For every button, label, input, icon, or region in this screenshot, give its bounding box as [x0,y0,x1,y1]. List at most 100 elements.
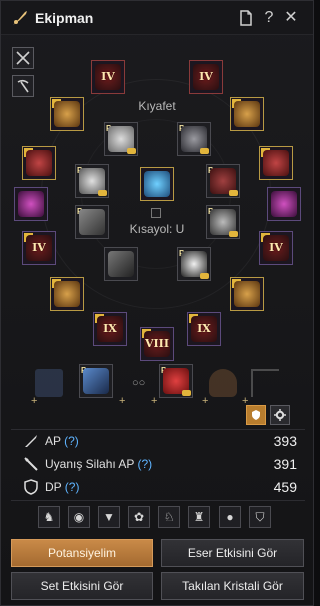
coin-icon [182,390,191,396]
stat-label-ap: AP (?) [45,434,79,448]
necklace-icon [54,281,80,307]
outfit-slot-head[interactable]: P [104,122,138,156]
shield-small-icon[interactable]: ⛉ [249,506,271,528]
enhancement-level: IV [32,241,46,254]
equipment-window: Ekipman ? ✕ IV IV ▲ ▲ Kıyafet [0,0,314,606]
help-link[interactable]: (?) [138,457,153,471]
equipment-slot-necklace[interactable]: ▲ [50,277,84,311]
plus-icon: + [31,395,38,407]
paw-icon[interactable]: ✿ [128,506,150,528]
shield-icon [24,479,38,495]
fishing-rod-icon [83,368,109,394]
artifact-effect-button[interactable]: Eser Etkisini Gör [161,539,304,567]
equipment-slot-mid-right[interactable]: ▲ IV [259,231,293,265]
outfit-slot-awakening[interactable] [104,247,138,281]
outfit-slot-subweapon[interactable]: P [206,205,240,239]
tool-view-button[interactable] [12,75,34,97]
stat-label-dp: DP (?) [45,480,80,494]
gear-icon [274,409,286,421]
coin-icon [229,190,238,196]
enhancement-level: IV [199,70,213,83]
awakening-sword-icon [24,457,38,471]
outfit-slot-arm[interactable]: P [206,164,240,198]
title-bar[interactable]: Ekipman ? ✕ [1,1,313,35]
help-icon[interactable]: ? [260,9,278,27]
book-icon[interactable] [35,369,63,397]
person-icon[interactable]: ● [219,506,241,528]
shoes-icon [234,281,260,307]
coin-icon [98,190,107,196]
coin-icon [229,231,238,237]
sword-outfit-icon [79,209,105,235]
cat-face-icon[interactable]: ▼ [98,506,120,528]
divider [11,429,305,430]
equipment-slot-belt-left[interactable] [14,187,48,221]
outfit-slot-helmet[interactable]: P [177,122,211,156]
settings-button[interactable] [270,405,290,425]
equipment-slot-alchemy-stone[interactable] [140,167,174,201]
enhancement-level: IV [269,241,283,254]
camel-icon[interactable]: ♘ [158,506,180,528]
mask-icon[interactable]: ◉ [68,506,90,528]
help-link[interactable]: (?) [64,434,79,448]
stat-detail-button[interactable] [246,405,266,425]
equipment-slot-shoes[interactable]: ▲ [230,277,264,311]
shortcut-label: Kısayol: U [129,222,185,236]
coin-icon [127,148,136,154]
ring-icon [54,101,80,127]
crossed-swords-icon [16,51,30,65]
plus-icon: + [202,395,209,407]
plus-icon: + [119,395,126,407]
equipment-slot-belt-right[interactable] [267,187,301,221]
pickaxe-icon [17,79,29,93]
stat-row-dp: DP (?) 459 [21,477,297,497]
document-icon[interactable] [237,9,255,27]
horse-icon[interactable]: ♞ [38,506,60,528]
outfit-slot-legs[interactable]: P [75,164,109,198]
equipment-slot-mid-left[interactable]: ▲ IV [22,231,56,265]
equipment-slot-top-left[interactable]: IV [91,60,125,94]
sword-icon [25,435,37,447]
outfit-slot-weapon[interactable]: P [75,205,109,239]
set-effect-button[interactable]: Set Etkisini Gör [11,572,153,600]
coin-icon [200,273,209,279]
enhancement-level: IX [103,322,117,335]
potential-button[interactable]: Potansiyelim [11,539,153,567]
outfit-slot-mask[interactable]: P [177,247,211,281]
equipment-slot-earring-left[interactable]: ▲ [22,146,56,180]
enhancement-level: IX [197,322,211,335]
stat-value-ap: 393 [273,433,297,449]
equipment-slot-top-right[interactable]: IV [189,60,223,94]
equipment-slot-bottom-2[interactable]: ▲ VIII [140,327,174,361]
help-link[interactable]: (?) [65,480,80,494]
belt-icon [271,191,297,217]
equipment-slot-ring-right[interactable]: ▲ [230,97,264,131]
equipment-slot-bottom-1[interactable]: ▲ IX [93,312,127,346]
equipment-slot-bottom-3[interactable]: ▲ IX [187,312,221,346]
dragon-icon[interactable]: ♜ [188,506,210,528]
link-icon: ○○ [132,377,146,389]
enhancement-level: IV [101,70,115,83]
enhancement-level: VIII [145,337,169,350]
awakening-outfit-icon [108,251,134,277]
alchemy-stone-icon [144,171,170,197]
stat-label-awakening-ap: Uyanış Silahı AP (?) [45,457,153,471]
close-icon[interactable]: ✕ [282,9,300,27]
stat-value-awakening-ap: 391 [273,456,297,472]
stat-value-dp: 459 [273,479,297,495]
stat-row-awakening-ap: Uyanış Silahı AP (?) 391 [21,454,297,474]
life-tool-slot-2[interactable]: P [159,364,193,398]
equipment-slot-earring-right[interactable]: ▲ [259,146,293,180]
window-title: Ekipman [35,10,94,26]
belt-icon [18,191,44,217]
life-tool-slot-1[interactable]: P [79,364,113,398]
crystal-button[interactable]: Takılan Kristali Gör [161,572,304,600]
stat-row-ap: AP (?) 393 [21,431,297,451]
backpack-icon[interactable] [209,369,237,397]
earring-icon [26,150,52,176]
quill-icon [13,11,27,25]
weapon-view-button[interactable] [12,47,34,69]
shortcut-checkbox[interactable] [151,208,161,218]
pickaxe-tool-icon[interactable] [251,369,279,397]
equipment-slot-ring-left[interactable]: ▲ [50,97,84,131]
